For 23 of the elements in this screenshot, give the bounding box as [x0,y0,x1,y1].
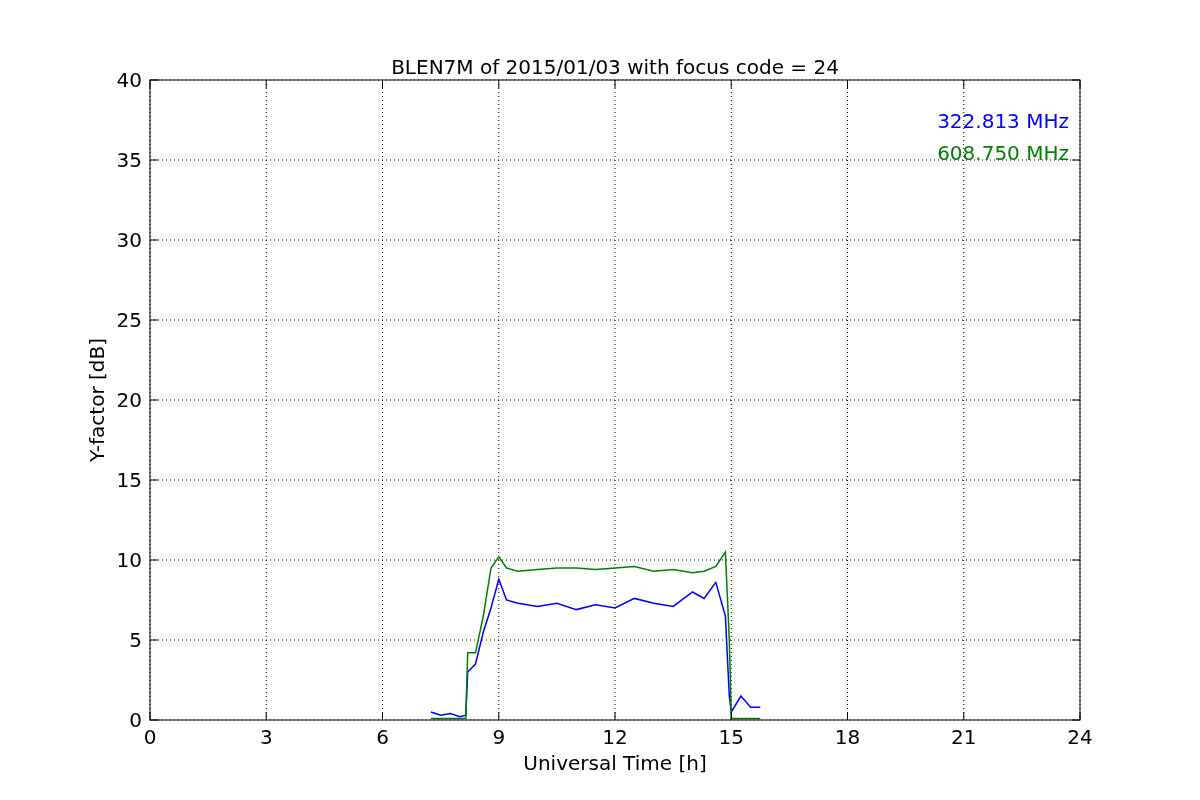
x-axis-label: Universal Time [h] [523,751,707,775]
legend-label: 322.813 MHz [937,109,1069,133]
x-tick-label: 12 [602,725,628,749]
y-tick-label: 30 [116,228,142,252]
x-tick-label: 0 [143,725,157,749]
y-tick-label: 40 [116,68,142,92]
y-tick-label: 5 [129,628,142,652]
x-tick-label: 18 [834,725,861,749]
y-axis-label: Y-factor [dB] [85,338,109,462]
y-tick-label: 10 [116,548,142,572]
x-tick-label: 21 [951,725,977,749]
y-tick-label: 15 [116,468,142,492]
x-tick-label: 9 [492,725,506,749]
chart-title: BLEN7M of 2015/01/03 with focus code = 24 [391,55,839,79]
legend-label: 608.750 MHz [937,141,1069,165]
x-tick-label: 6 [376,725,389,749]
x-tick-label: 24 [1067,725,1093,749]
y-tick-label: 20 [116,388,142,412]
y-tick-label: 0 [129,708,142,732]
y-tick-label: 35 [116,148,142,172]
x-tick-label: 15 [718,725,744,749]
y-tick-label: 25 [116,308,142,332]
x-tick-label: 3 [259,725,273,749]
